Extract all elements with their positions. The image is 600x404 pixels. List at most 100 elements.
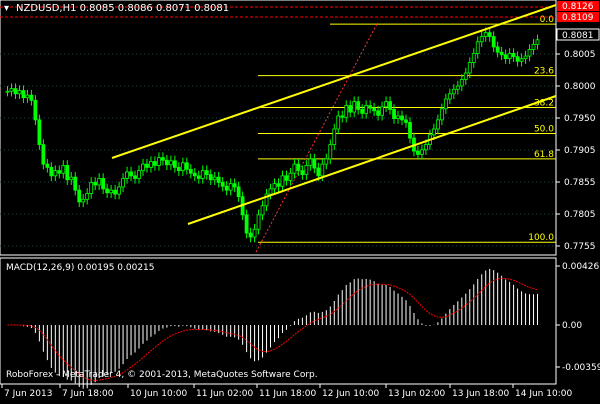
candle-body — [463, 72, 468, 80]
candle-body — [9, 88, 14, 92]
candle-body — [145, 163, 149, 168]
candle-body — [25, 94, 30, 99]
candle-body — [511, 53, 516, 58]
fibonacci-retracement[interactable]: 0.023.638.250.061.8100.0 — [258, 15, 556, 243]
candle-body — [372, 107, 377, 112]
fib-level-label: 23.6 — [534, 67, 554, 77]
candle-body — [360, 109, 365, 114]
candle-body — [531, 43, 536, 50]
candle-body — [149, 161, 153, 168]
macd-tick-label: 0.00426 — [562, 262, 599, 272]
time-tick-label: 7 Jun 2013 — [4, 389, 52, 399]
candle-body — [435, 119, 440, 130]
candle-body — [192, 172, 197, 177]
candle-body — [396, 115, 400, 119]
grid-lines — [0, 53, 556, 247]
candle-body — [172, 160, 177, 168]
symbol-header-icon: ▾ — [4, 3, 9, 14]
candle-body — [180, 162, 185, 172]
high-price-label-2: 0.8109 — [562, 13, 594, 23]
price-tick-label: 0.7855 — [564, 178, 596, 188]
candle-body — [65, 165, 70, 181]
candle-body — [113, 189, 117, 195]
candle-body — [21, 90, 26, 99]
candle-body — [380, 106, 384, 116]
candle-body — [519, 58, 524, 62]
candle-body — [121, 178, 125, 188]
candle-body — [483, 32, 488, 37]
macd-axis[interactable]: 0.00426 0.00 -0.00359 — [556, 262, 600, 373]
copyright-text: RoboForex - MetaTrader 4, © 2001-2013, M… — [6, 370, 318, 380]
candle-body — [384, 101, 388, 108]
chart-canvas[interactable]: 0.023.638.250.061.8100.0 ▾ NZDUSD,H1 0.8… — [0, 0, 600, 400]
candle-body — [280, 175, 285, 187]
candle-body — [165, 159, 169, 166]
candle-body — [109, 189, 114, 194]
candle-body — [216, 176, 221, 183]
candle-body — [400, 115, 404, 121]
price-tick-label: 0.8005 — [564, 50, 596, 60]
candle-body — [408, 122, 412, 139]
candle-body — [507, 53, 512, 60]
candle-body — [161, 157, 165, 161]
candle-body — [5, 90, 10, 93]
candle-body — [344, 105, 349, 118]
candle-body — [188, 168, 193, 174]
macd-tick-label: -0.00359 — [562, 363, 600, 373]
candle-body — [141, 163, 145, 172]
candle-body — [196, 175, 201, 179]
channel-lower-line[interactable] — [187, 95, 557, 225]
candle-body — [137, 170, 141, 179]
candle-body — [388, 101, 392, 110]
candle-body — [308, 158, 313, 166]
candle-body — [487, 32, 492, 37]
candle-body — [17, 90, 22, 95]
candle-body — [248, 232, 253, 238]
symbol-header: NZDUSD,H1 0.8085 0.8086 0.8071 0.8081 — [16, 3, 229, 14]
candle-body — [37, 119, 42, 145]
price-axis[interactable]: 0.8005 0.8000 0.7950 0.7905 0.7855 0.7805 0.77… — [556, 50, 596, 252]
candle-body — [252, 228, 257, 238]
candle-body — [69, 176, 74, 181]
candle-body — [29, 94, 34, 101]
fib-level-label: 100.0 — [528, 233, 554, 243]
chart-window[interactable]: 0.0 23.6 38.2 50.0 61.8 100.0 ▾ NZDUSD,H1 0.8… — [0, 0, 600, 400]
candle-body — [352, 101, 357, 113]
candle-body — [224, 185, 229, 191]
high-price-label-1: 0.8126 — [562, 2, 594, 12]
candle-body — [45, 163, 50, 168]
candle-body — [176, 166, 181, 172]
trend-line[interactable] — [255, 21, 379, 253]
macd-tick-label: 0.00 — [562, 321, 582, 331]
candle-body — [316, 167, 321, 177]
candle-body — [236, 186, 241, 198]
candle-body — [105, 188, 110, 194]
candle-body — [260, 205, 265, 216]
candle-body — [133, 175, 137, 179]
time-tick-label: 13 Jun 02:00 — [388, 389, 445, 399]
candle-body — [168, 160, 173, 166]
candle-body — [33, 99, 38, 121]
candle-body — [495, 46, 500, 53]
time-tick-label: 14 Jun 10:00 — [515, 389, 572, 399]
candle-body — [292, 163, 297, 174]
candle-body — [204, 170, 209, 175]
candle-body — [61, 165, 66, 174]
candle-body — [336, 115, 341, 130]
candle-body — [459, 79, 464, 87]
candle-body — [73, 176, 78, 191]
candle-body — [184, 162, 189, 170]
price-tick-label: 0.7905 — [564, 146, 596, 156]
candle-body — [304, 165, 309, 175]
candle-body — [340, 115, 345, 118]
candle-body — [57, 170, 62, 174]
current-price-label: 0.8081 — [562, 31, 594, 41]
candle-body — [324, 158, 329, 165]
fib-level-label: 50.0 — [534, 125, 554, 135]
candle-body — [49, 166, 54, 177]
candle-body — [499, 51, 504, 56]
candle-body — [523, 55, 528, 60]
candle-body — [212, 176, 217, 181]
candle-body — [89, 181, 94, 194]
candle-body — [157, 157, 161, 166]
